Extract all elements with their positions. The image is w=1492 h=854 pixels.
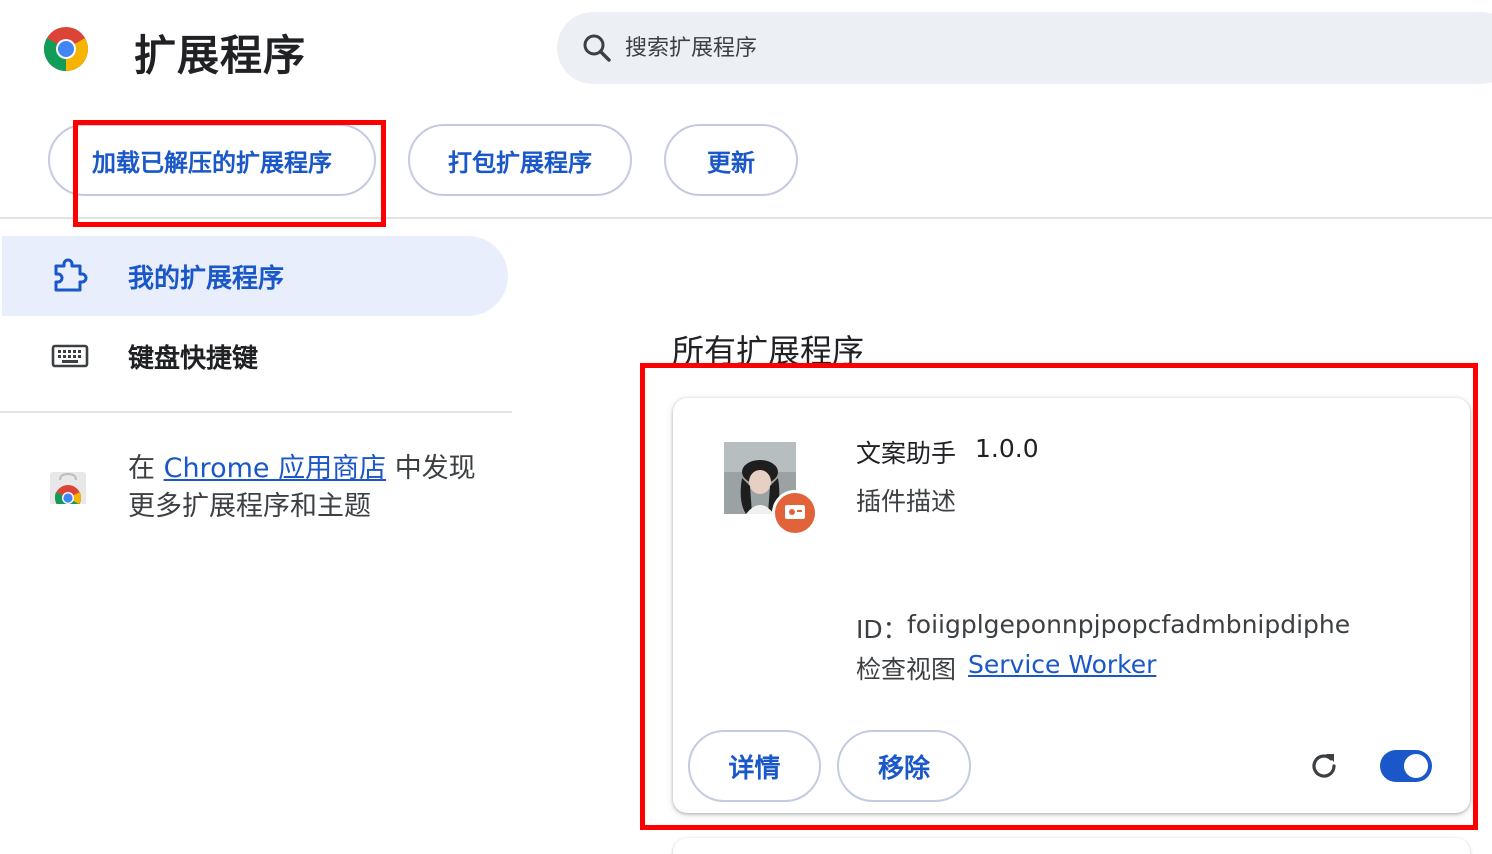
page-title: 扩展程序 <box>134 31 307 80</box>
sidebar-item-label: 我的扩展程序 <box>128 263 285 294</box>
search-icon[interactable] <box>581 32 613 64</box>
highlight-load-unpacked <box>73 120 386 227</box>
store-promo-prefix: 在 <box>128 453 155 484</box>
web-store-icon <box>50 472 86 510</box>
chrome-logo-icon <box>44 27 88 71</box>
sidebar-divider <box>0 411 512 413</box>
web-store-link[interactable]: Chrome 应用商店 <box>164 453 387 484</box>
store-promo-suffix: 中发现 <box>394 453 476 484</box>
puzzle-icon <box>54 258 88 292</box>
sidebar-item-keyboard-shortcuts[interactable]: 键盘快捷键 <box>2 316 508 396</box>
search-input[interactable] <box>625 12 1325 84</box>
sidebar-item-my-extensions[interactable]: 我的扩展程序 <box>2 236 508 316</box>
keyboard-icon <box>51 344 89 368</box>
update-button[interactable]: 更新 <box>664 124 798 196</box>
search-box[interactable] <box>557 12 1492 84</box>
pack-extension-button[interactable]: 打包扩展程序 <box>408 124 632 196</box>
web-store-promo: 在 Chrome 应用商店 中发现 更多扩展程序和主题 <box>128 450 508 526</box>
sidebar-item-label: 键盘快捷键 <box>128 343 259 374</box>
store-promo-line2: 更多扩展程序和主题 <box>128 491 371 522</box>
extension-card-next <box>673 838 1470 854</box>
highlight-extension-card <box>640 363 1478 830</box>
